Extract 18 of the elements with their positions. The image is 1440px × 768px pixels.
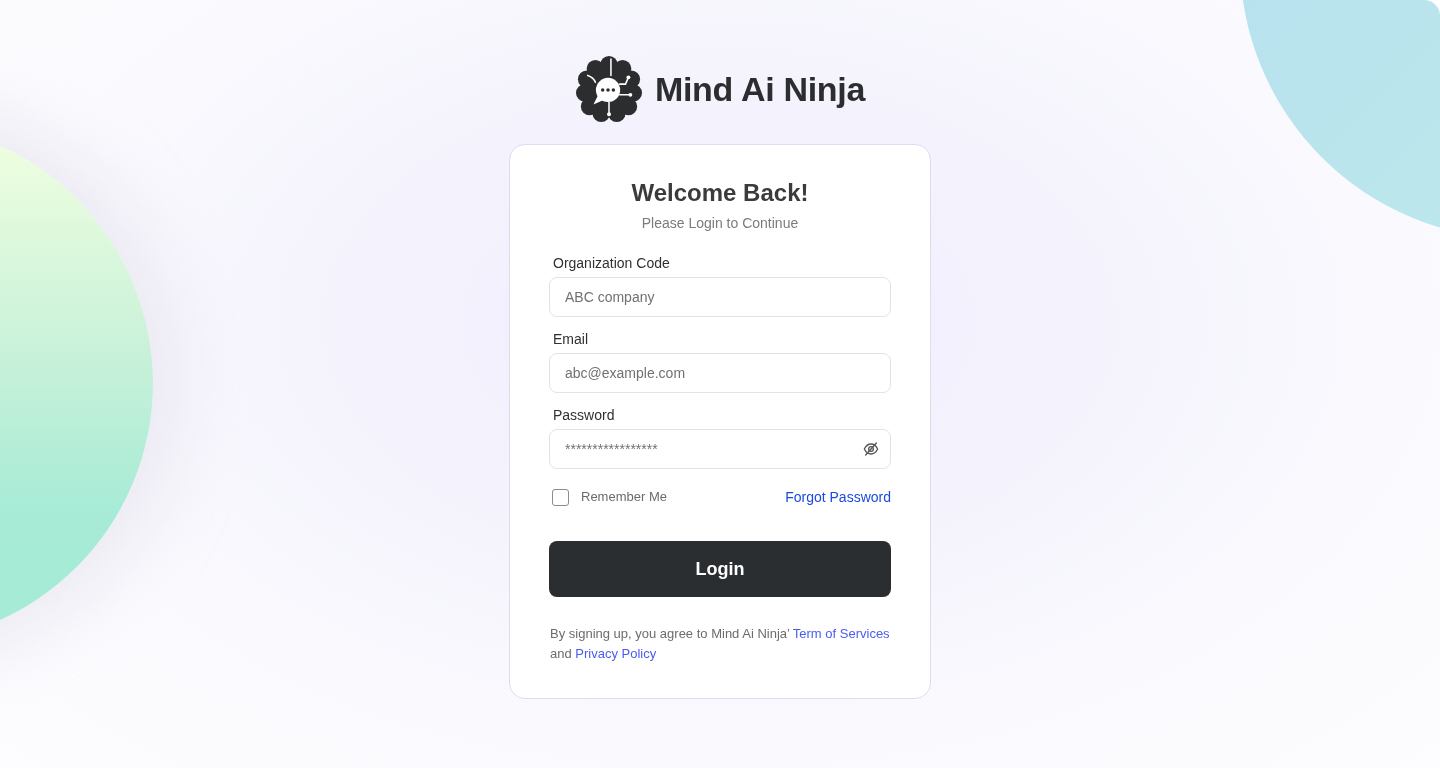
brain-logo-icon [574,56,643,122]
input-field[interactable]: ABC company [549,277,891,317]
card-title: Welcome Back! [630,178,810,208]
field-label: Organization Code [552,254,670,273]
field-label: Password [552,406,615,425]
password-field[interactable]: ***************** [549,429,891,469]
brand-name: Mind Ai Ninja [654,69,866,109]
forgot-password-link[interactable]: Forgot Password [785,487,891,507]
terms-link[interactable]: Privacy Policy [575,646,657,661]
eye-slash-icon[interactable] [863,441,879,457]
remember-me-label[interactable]: Remember Me [581,487,667,507]
terms-text: By signing up, you agree to Mind Ai Ninja’ Term of Services and Privacy Policy [549,625,891,663]
terms-link[interactable]: Term of Services [792,626,890,641]
login-button[interactable]: Login [549,541,891,597]
input-field[interactable]: abc@example.com [549,353,891,393]
card-subtitle: Please Login to Continue [640,214,800,233]
remember-checkbox[interactable] [552,488,569,506]
field-label: Email [552,330,588,349]
